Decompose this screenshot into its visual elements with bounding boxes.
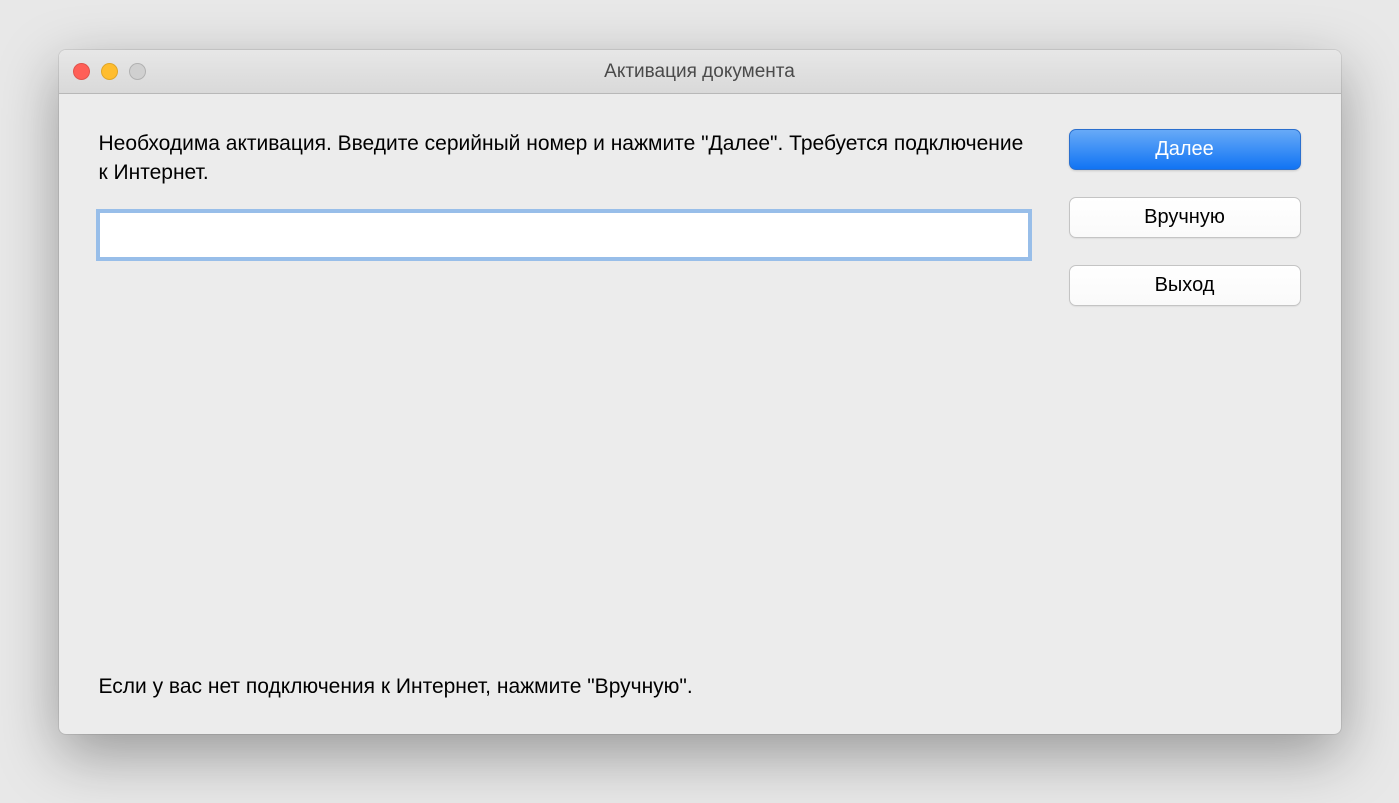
- close-icon[interactable]: [73, 63, 90, 80]
- dialog-content: Необходима активация. Введите серийный н…: [59, 94, 1341, 734]
- traffic-lights: [59, 63, 146, 80]
- maximize-icon: [129, 63, 146, 80]
- exit-button[interactable]: Выход: [1069, 265, 1301, 306]
- serial-number-input[interactable]: [99, 212, 1029, 258]
- button-column: Далее Вручную Выход: [1069, 129, 1301, 699]
- window-titlebar: Активация документа: [59, 50, 1341, 94]
- manual-button[interactable]: Вручную: [1069, 197, 1301, 238]
- main-column: Необходима активация. Введите серийный н…: [99, 129, 1029, 699]
- minimize-icon[interactable]: [101, 63, 118, 80]
- instructions-text: Необходима активация. Введите серийный н…: [99, 129, 1029, 188]
- footer-text: Если у вас нет подключения к Интернет, н…: [99, 675, 1029, 699]
- activation-dialog: Активация документа Необходима активация…: [59, 50, 1341, 734]
- next-button[interactable]: Далее: [1069, 129, 1301, 170]
- window-title: Активация документа: [59, 61, 1341, 83]
